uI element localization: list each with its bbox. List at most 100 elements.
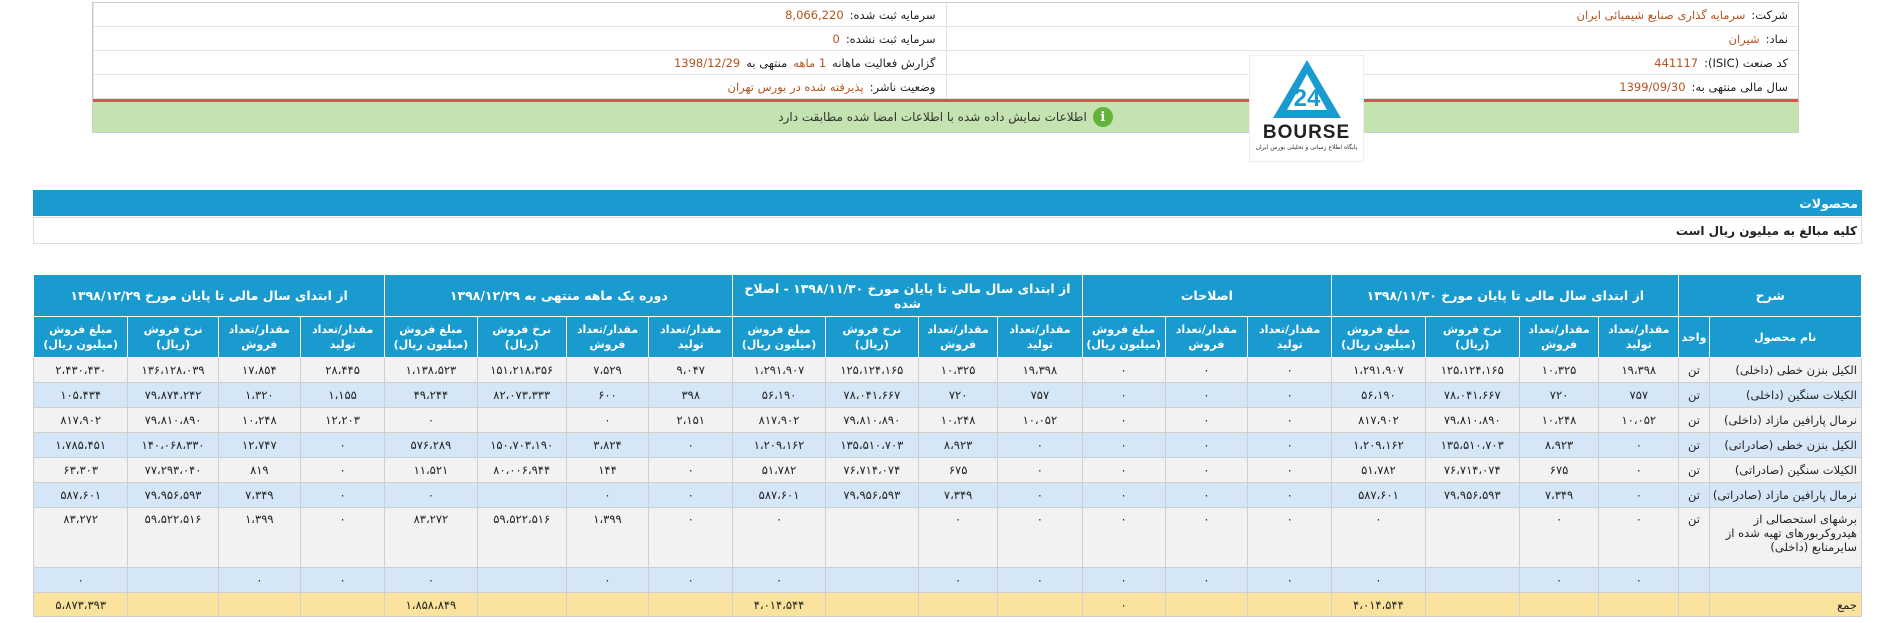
value-cell: ۷۵۷: [997, 382, 1083, 408]
value-cell: ۰: [732, 567, 826, 593]
value-cell: ۰: [384, 407, 478, 433]
publisher-label: وضعیت ناشر:: [869, 79, 936, 94]
value-cell: ۷۹،۹۵۶،۵۹۳: [127, 482, 219, 508]
group-header-ytd-1130: از ابتدای سال مالی تا پایان مورخ ۱۳۹۸/۱۱…: [1331, 274, 1680, 317]
value-cell: ۰: [1247, 457, 1333, 483]
company-info-panel: شرکت: سرمایه گذاری صنایع شیمیائی ایران س…: [92, 2, 1799, 133]
total-label: جمع: [1708, 592, 1863, 617]
value-cell: ۱۹،۳۹۸: [997, 357, 1083, 383]
value-cell: ۰: [299, 567, 386, 593]
product-name-cell: برشهای استحصالی از هیدروکربورهای تهیه شد…: [1708, 507, 1863, 568]
logo-digits: 24: [1293, 85, 1320, 112]
value-cell: ۰: [1331, 567, 1426, 593]
value-cell: ۱۵۱،۲۱۸،۳۵۶: [476, 357, 567, 383]
total-value-cell: ۰: [1081, 592, 1166, 617]
value-cell: ۰: [1164, 482, 1249, 508]
value-cell: ۱۲،۷۴۷: [217, 432, 301, 458]
capital-unregistered-value: 0: [832, 31, 840, 46]
value-cell: ۸۱۷،۹۰۲: [1331, 407, 1426, 433]
total-value-cell: [1164, 592, 1249, 617]
value-cell: ۰: [1081, 407, 1166, 433]
value-cell: ۱۷،۸۵۴: [217, 357, 301, 383]
info-icon: i: [1092, 107, 1113, 127]
fiscal-year-label: سال مالی منتهی به:: [1691, 79, 1788, 94]
value-cell: ۷۶،۷۱۴،۰۷۴: [1424, 457, 1520, 483]
value-cell: ۱۳۶،۱۲۸،۰۳۹: [127, 357, 219, 383]
value-cell: ۰: [1164, 567, 1249, 593]
value-cell: ۱۲۵،۱۲۴،۱۶۵: [824, 357, 919, 383]
total-value-cell: [917, 592, 999, 617]
total-value-cell: ۱،۸۵۸،۸۴۹: [384, 592, 478, 617]
col-header-production: مقدار/تعداد تولید: [1598, 316, 1680, 358]
capital-unregistered-label: سرمایه ثبت نشده:: [845, 31, 936, 46]
value-cell: ۰: [997, 507, 1083, 568]
value-cell: ۰: [1331, 507, 1426, 568]
value-cell: ۵۸۷،۶۰۱: [32, 482, 129, 508]
value-cell: ۴۹،۲۴۴: [384, 382, 478, 408]
value-cell: ۰: [1518, 567, 1600, 593]
value-cell: [1424, 507, 1520, 568]
col-header-production: مقدار/تعداد تولید: [1247, 316, 1333, 358]
isic-label: کد صنعت (ISIC):: [1704, 55, 1788, 70]
company-cell: شرکت: سرمایه گذاری صنایع شیمیائی ایران: [945, 3, 1799, 26]
col-header-sales-amount: مبلغ فروش (میلیون ریال): [384, 316, 478, 358]
value-cell: ۰: [1164, 507, 1249, 568]
product-name-cell: [1708, 567, 1863, 593]
total-value-cell: [997, 592, 1083, 617]
col-header-unit: واحد: [1678, 316, 1710, 358]
value-cell: ۶۷۵: [917, 457, 999, 483]
value-cell: ۰: [217, 567, 301, 593]
value-cell: ۰: [1247, 407, 1333, 433]
value-cell: ۰: [299, 507, 386, 568]
value-cell: ۳۹۸: [648, 382, 734, 408]
logo-tagline: پایگاه اطلاع رسانی و تحلیلی بورس ایران: [1255, 144, 1358, 151]
value-cell: ۶۳،۳۰۳: [32, 457, 129, 483]
isic-cell: کد صنعت (ISIC): 441117: [945, 51, 1799, 74]
value-cell: ۱۱،۵۲۱: [384, 457, 478, 483]
value-cell: ۱۹،۳۹۸: [1598, 357, 1680, 383]
bourse24-logo[interactable]: 24 BOURSE پایگاه اطلاع رسانی و تحلیلی بو…: [1249, 55, 1364, 162]
value-cell: ۰: [565, 407, 650, 433]
table-row: نرمال پارافین مازاد (صادراتی) تن ۰ ۷،۳۴۹ ۷۹،…: [32, 482, 1863, 508]
value-cell: ۱،۱۳۸،۵۲۳: [384, 357, 478, 383]
value-cell: ۱،۱۵۵: [299, 382, 386, 408]
value-cell: ۰: [384, 567, 478, 593]
total-value-cell: [127, 592, 219, 617]
value-cell: ۷۸،۰۴۱،۶۶۷: [1424, 382, 1520, 408]
value-cell: ۷۹،۹۵۶،۵۹۳: [1424, 482, 1520, 508]
company-value[interactable]: سرمایه گذاری صنایع شیمیائی ایران: [1577, 8, 1746, 22]
col-header-sales-rate: نرخ فروش (ریال): [824, 316, 919, 358]
value-cell: ۷۶،۷۱۴،۰۷۴: [824, 457, 919, 483]
value-cell: ۰: [1598, 507, 1680, 568]
page: شرکت: سرمایه گذاری صنایع شیمیائی ایران س…: [0, 0, 1889, 623]
value-cell: ۷۹،۸۱۰،۸۹۰: [1424, 407, 1520, 433]
product-name-cell: الکیلات سنگین (صادراتی): [1708, 457, 1863, 483]
value-cell: ۱۵۰،۷۰۳،۱۹۰: [476, 432, 567, 458]
info-row-4: سال مالی منتهی به: 1399/09/30 وضعیت ناشر…: [93, 75, 1798, 99]
value-cell: ۸،۹۲۳: [1518, 432, 1600, 458]
value-cell: ۰: [1081, 482, 1166, 508]
value-cell: ۱۰،۲۴۸: [217, 407, 301, 433]
value-cell: ۱،۲۹۱،۹۰۷: [732, 357, 826, 383]
unit-cell: تن: [1678, 507, 1710, 568]
value-cell: ۰: [32, 567, 129, 593]
group-header-desc: شرح: [1678, 274, 1862, 317]
value-cell: ۰: [997, 567, 1083, 593]
value-cell: ۰: [1518, 507, 1600, 568]
value-cell: ۰: [565, 482, 650, 508]
table-row: الکیلات سنگین (داخلی) تن ۷۵۷ ۷۲۰ ۷۸،۰۴۱،۶۶۷ ۵…: [32, 382, 1863, 408]
table-row: الکیلات سنگین (صادراتی) تن ۰ ۶۷۵ ۷۶،۷۱۴،۰۷۴ ۵…: [32, 457, 1863, 483]
info-row-3: کد صنعت (ISIC): 441117 گزارش فعالیت ماها…: [93, 51, 1798, 75]
value-cell: ۰: [1164, 382, 1249, 408]
value-cell: ۱۰،۲۴۸: [917, 407, 999, 433]
value-cell: ۷،۳۴۹: [917, 482, 999, 508]
value-cell: ۵۹،۵۲۲،۵۱۶: [476, 507, 567, 568]
symbol-value[interactable]: شیران: [1729, 32, 1760, 46]
total-value-cell: [648, 592, 734, 617]
value-cell: ۰: [1081, 507, 1166, 568]
value-cell: ۱۳۵،۵۱۰،۷۰۳: [824, 432, 919, 458]
col-header-sales-rate: نرخ فروش (ریال): [476, 316, 567, 358]
value-cell: ۱،۲۹۱،۹۰۷: [1331, 357, 1426, 383]
col-header-sales-rate: نرخ فروش (ریال): [127, 316, 219, 358]
total-value-cell: [1424, 592, 1520, 617]
